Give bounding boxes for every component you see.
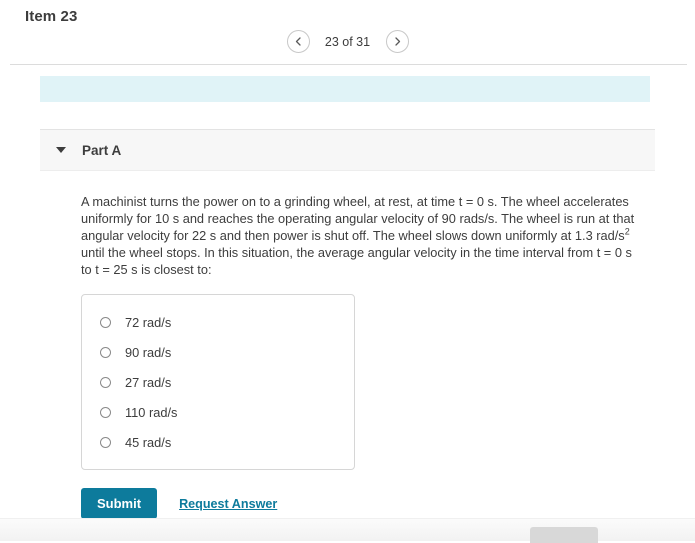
- radio-icon[interactable]: [100, 346, 111, 358]
- question-line-1: A machinist turns the power on to a grin…: [81, 194, 629, 209]
- question-line-4: until the wheel stops. In this situation…: [81, 245, 632, 260]
- question-line-5: to t = 25 s is closest to:: [81, 262, 212, 277]
- option-row[interactable]: 72 rad/s: [82, 307, 354, 337]
- action-bar: Submit Request Answer: [81, 488, 655, 519]
- radio-icon[interactable]: [100, 436, 111, 448]
- option-label: 110 rad/s: [125, 404, 178, 420]
- option-row[interactable]: 27 rad/s: [82, 367, 354, 397]
- submit-button[interactable]: Submit: [81, 488, 158, 519]
- page-footer: [0, 518, 695, 543]
- radio-icon[interactable]: [100, 376, 111, 388]
- prev-item-button[interactable]: [286, 30, 310, 53]
- request-answer-link[interactable]: Request Answer: [179, 497, 277, 511]
- notice-banner: [40, 76, 650, 102]
- question-superscript: 2: [624, 226, 630, 237]
- caret-down-icon[interactable]: [56, 147, 66, 153]
- header-divider: [10, 64, 687, 65]
- chevron-left-icon: [294, 36, 303, 47]
- answer-options-box: 72 rad/s 90 rad/s 27 rad/s 110 rad/s 45 …: [81, 294, 355, 470]
- question-line-2: uniformly for 10 s and reaches the opera…: [81, 211, 635, 226]
- radio-icon[interactable]: [100, 406, 111, 418]
- page-header: Item 23 23 of 31: [0, 0, 695, 65]
- option-label: 45 rad/s: [125, 434, 172, 450]
- radio-icon[interactable]: [100, 316, 111, 328]
- pagination-label: 23 of 31: [324, 34, 371, 49]
- pagination: 23 of 31: [0, 30, 695, 53]
- option-row[interactable]: 45 rad/s: [82, 427, 354, 457]
- option-label: 27 rad/s: [125, 374, 172, 390]
- part-a-body: A machinist turns the power on to a grin…: [40, 171, 655, 519]
- option-label: 90 rad/s: [125, 344, 172, 360]
- part-a-label: Part A: [82, 142, 122, 158]
- question-line-3: angular velocity for 22 s and then power…: [81, 228, 625, 243]
- page-title: Item 23: [25, 8, 78, 25]
- chevron-right-icon: [393, 36, 402, 47]
- option-row[interactable]: 90 rad/s: [82, 337, 354, 367]
- part-a-header[interactable]: Part A: [40, 129, 655, 171]
- option-label: 72 rad/s: [125, 314, 172, 330]
- part-a-section: Part A A machinist turns the power on to…: [40, 129, 655, 519]
- option-row[interactable]: 110 rad/s: [82, 397, 354, 427]
- question-text: A machinist turns the power on to a grin…: [81, 193, 641, 278]
- next-item-button[interactable]: [385, 30, 409, 53]
